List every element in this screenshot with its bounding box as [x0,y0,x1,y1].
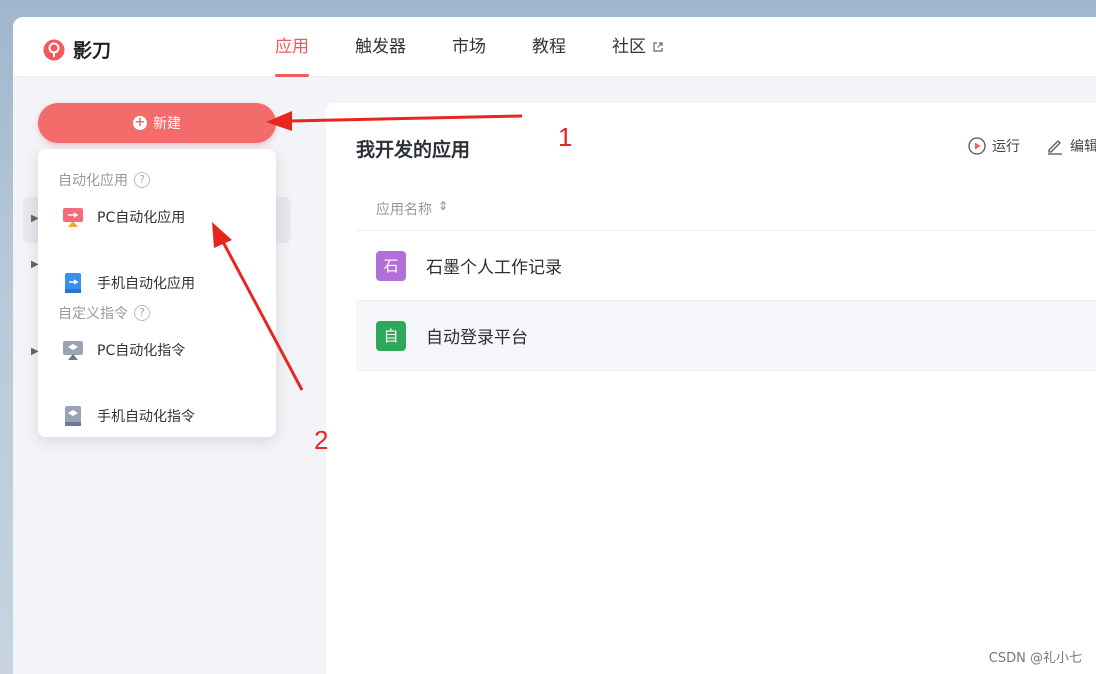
nav-market-label: 市场 [452,37,486,57]
nav-triggers[interactable]: 触发器 [355,17,406,77]
app-name: 影刀 [73,40,112,62]
menu-item-pc-automation-app[interactable]: PC自动化应用 [62,206,185,228]
play-icon [968,137,986,155]
top-bar: 影刀 应用 触发器 市场 教程 社区 [13,17,1096,77]
menu-item-mobile-automation-app[interactable]: 手机自动化应用 [62,272,195,294]
edit-button[interactable]: 编辑 [1046,136,1096,156]
new-dropdown-menu: 自动化应用 ? PC自动化应用 手机自动化应用 自定义指令 ? PC自动化指令 … [38,149,276,437]
menu-item-label: PC自动化指令 [97,343,186,359]
column-header-app-name[interactable]: 应用名称 ⇕ [356,199,1096,231]
nav-apps-label: 应用 [275,37,309,57]
pc-automation-app-icon [63,208,83,227]
watermark: CSDN @礼小七 [988,651,1082,666]
app-avatar: 石 [376,250,406,281]
new-button[interactable]: + 新建 [38,103,276,143]
menu-item-label: 手机自动化应用 [97,276,195,292]
app-row[interactable]: 石 石墨个人工作记录 [356,231,1096,301]
help-icon[interactable]: ? [134,305,150,321]
annotation-marker-1: 1 [558,122,573,152]
edit-label: 编辑 [1070,139,1096,155]
section-title: 自定义指令 [58,306,128,322]
edit-pencil-icon [1048,140,1062,155]
menu-item-mobile-automation-command[interactable]: 手机自动化指令 [62,405,195,427]
dropdown-section-custom-commands: 自定义指令 ? [58,303,150,323]
app-avatar: 自 [376,320,406,351]
pc-automation-command-icon [63,341,83,360]
plus-icon: + [133,115,147,130]
run-label: 运行 [992,139,1020,155]
app-window: 影刀 应用 触发器 市场 教程 社区 ▶ ▶ ▶ 我开发的应用 运行 编辑 应用… [13,17,1096,674]
help-icon[interactable]: ? [134,172,150,188]
external-link-icon [653,42,663,52]
main-nav: 应用 触发器 市场 教程 社区 [275,17,710,77]
app-logo[interactable]: 影刀 [43,36,111,63]
nav-apps[interactable]: 应用 [275,17,309,77]
menu-item-label: PC自动化应用 [97,210,186,226]
toolbar: 运行 编辑 [942,136,1096,156]
nav-community[interactable]: 社区 [612,17,664,77]
yingdao-logo-icon [43,39,65,60]
app-row[interactable]: 自 自动登录平台 [356,301,1096,371]
section-title: 自动化应用 [58,173,128,189]
column-header-label: 应用名称 [376,202,432,218]
annotation-marker-2: 2 [314,425,329,455]
dropdown-section-automation-apps: 自动化应用 ? [58,170,150,190]
mobile-automation-command-icon [65,406,81,426]
app-name: 自动登录平台 [426,328,528,348]
mobile-automation-app-icon [65,273,81,293]
run-button[interactable]: 运行 [968,136,1020,156]
menu-item-label: 手机自动化指令 [97,409,195,425]
nav-tutorials-label: 教程 [532,37,566,57]
nav-community-label: 社区 [612,37,646,57]
page-title: 我开发的应用 [356,139,471,161]
sort-icon[interactable]: ⇕ [438,199,448,213]
nav-market[interactable]: 市场 [452,17,486,77]
menu-item-pc-automation-command[interactable]: PC自动化指令 [62,339,185,361]
app-name: 石墨个人工作记录 [426,258,562,278]
new-button-label: 新建 [153,116,181,132]
main-panel: 我开发的应用 运行 编辑 应用名称 ⇕ 石 石墨个人工作记录 自 自动登录平台 [326,103,1096,674]
nav-tutorials[interactable]: 教程 [532,17,566,77]
nav-triggers-label: 触发器 [355,37,406,57]
